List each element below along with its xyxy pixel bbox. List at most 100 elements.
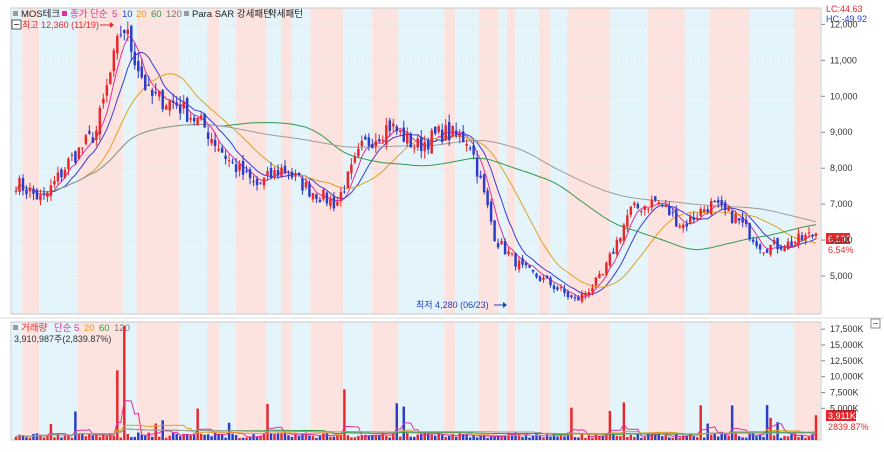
trend-band — [647, 8, 685, 314]
volume-bar — [70, 437, 74, 440]
candle-body — [171, 100, 175, 103]
candle-body — [399, 130, 402, 132]
candle-body — [783, 248, 786, 252]
price-tick-label: 8,000 — [830, 163, 853, 173]
volume-ma-prefix[interactable]: 단순 — [54, 323, 72, 334]
candle-body — [451, 125, 454, 136]
volume-bar — [241, 437, 245, 440]
candle-body — [685, 223, 688, 227]
candle-body — [695, 217, 699, 219]
candle-body — [290, 172, 294, 178]
candle-body — [133, 51, 137, 66]
volume-bar — [357, 435, 360, 440]
candle-body — [353, 156, 357, 163]
candle-body — [563, 288, 566, 293]
candle-body — [252, 181, 255, 183]
volume-bar — [577, 437, 580, 440]
volume-ma-120[interactable]: 120 — [114, 323, 130, 334]
candle-body — [447, 122, 451, 141]
volume-bar — [220, 434, 224, 440]
ma-period-20[interactable]: 20 — [136, 9, 147, 20]
ma-period-10[interactable]: 10 — [122, 9, 133, 20]
candle-body — [88, 130, 91, 134]
chart-canvas[interactable]: MOS테크 종가 단순 5 10 20 60 120 Para SAR 강세패턴… — [0, 0, 884, 452]
trend-band — [292, 8, 311, 314]
ma-period-60[interactable]: 60 — [151, 9, 162, 20]
volume-bar — [84, 436, 88, 440]
candle-body — [552, 285, 556, 290]
candle-body — [723, 202, 727, 211]
candle-body — [430, 130, 433, 154]
candle-body — [423, 142, 426, 152]
candle-body — [440, 129, 444, 142]
candle-body — [528, 265, 531, 268]
sar-label[interactable]: Para SAR 강세패턴 — [192, 9, 272, 20]
volume-ma-20[interactable]: 20 — [84, 323, 95, 334]
candle-body — [751, 239, 755, 242]
volume-value: 3,910,987주(2,839.87%) — [14, 334, 111, 344]
candle-body — [517, 260, 521, 270]
volume-bar — [591, 437, 594, 440]
volume-bar — [573, 437, 577, 440]
volume-bar — [549, 436, 552, 440]
ma-period-120[interactable]: 120 — [166, 9, 182, 20]
volume-bar — [629, 434, 633, 440]
volume-ma-60[interactable]: 60 — [99, 323, 110, 334]
stock-name[interactable]: MOS테크 — [21, 9, 60, 20]
candle-body — [224, 155, 227, 159]
candle-body — [395, 126, 399, 132]
trend-band — [538, 8, 551, 314]
volume-bar — [580, 434, 584, 440]
candle-body — [322, 189, 325, 200]
volume-ma-5[interactable]: 5 — [74, 323, 79, 334]
ma-prefix[interactable]: 종가 단순 — [70, 9, 108, 20]
volume-bar — [786, 436, 790, 440]
candle-body — [182, 101, 185, 109]
candle-body — [32, 188, 35, 194]
volume-bar — [416, 434, 419, 440]
candle-body — [360, 140, 364, 147]
candle-body — [112, 50, 116, 72]
candle-body — [381, 140, 385, 142]
volume-bar — [371, 435, 374, 440]
volume-bar — [657, 433, 661, 440]
candle-body — [339, 192, 343, 201]
candle-body — [346, 171, 350, 189]
volume-bar — [807, 436, 811, 440]
candle-body — [63, 169, 67, 178]
candle-body — [367, 137, 371, 146]
volume-bar — [486, 438, 489, 440]
candle-body — [465, 143, 468, 146]
ma-period-5[interactable]: 5 — [112, 9, 117, 20]
legend-ma-marker-icon — [62, 11, 67, 16]
candle-body — [77, 147, 81, 159]
volume-bar — [723, 433, 727, 440]
volume-trend-band — [342, 322, 373, 440]
candle-body — [60, 169, 63, 178]
candle-body — [664, 205, 668, 207]
candle-body — [730, 211, 734, 224]
volume-bar — [130, 437, 133, 440]
volume-bar — [46, 436, 49, 440]
candle-body — [737, 218, 741, 221]
volume-bar — [28, 437, 32, 440]
volume-bar — [116, 370, 119, 440]
candle-body — [633, 202, 636, 206]
volume-title[interactable]: 거래량 — [21, 322, 47, 334]
volume-bar — [385, 435, 388, 440]
volume-trend-band — [219, 322, 236, 440]
sar-weak-label[interactable]: 약세패턴 — [268, 8, 303, 20]
candle-body — [84, 135, 88, 144]
volume-bar — [524, 435, 528, 440]
volume-bar — [535, 433, 538, 440]
candle-body — [727, 207, 730, 211]
volume-trend-band — [235, 322, 267, 440]
candle-body — [524, 262, 528, 266]
candle-body — [402, 127, 406, 142]
volume-bar — [678, 437, 681, 440]
volume-bar — [266, 403, 269, 440]
candle-body — [53, 180, 56, 185]
volume-trend-band — [506, 322, 516, 440]
candle-body — [538, 276, 542, 281]
volume-trend-band — [292, 322, 311, 440]
